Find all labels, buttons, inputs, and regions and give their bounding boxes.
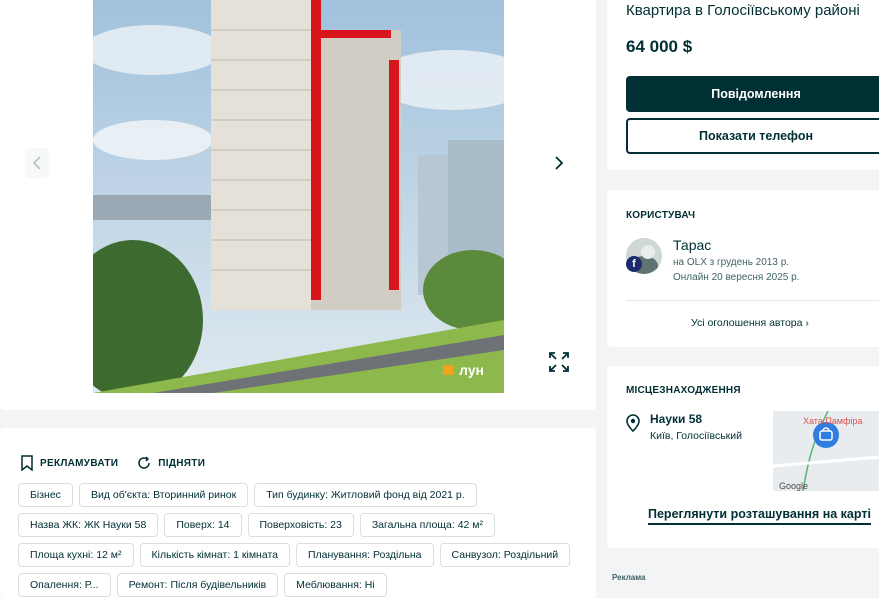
- tag: Тип будинку: Житловий фонд від 2021 р.: [254, 483, 477, 507]
- location-card: МІСЦЕЗНАХОДЖЕННЯ Науки 58 Київ, Голосіїв…: [607, 366, 879, 548]
- watermark: лун: [459, 362, 484, 378]
- user-section-title: КОРИСТУВАЧ: [626, 210, 696, 221]
- all-ads-label: Усі оголошення автора: [691, 317, 803, 329]
- facebook-icon: f: [626, 256, 642, 272]
- previous-photo-button[interactable]: [25, 148, 49, 178]
- promote-button[interactable]: РЕКЛАМУВАТИ: [20, 455, 118, 471]
- parameter-tags: Бізнес Вид об'єкта: Вторинний ринок Тип …: [18, 483, 578, 597]
- divider: [626, 300, 879, 301]
- ad-label: Реклама: [612, 573, 646, 582]
- promote-label: РЕКЛАМУВАТИ: [40, 457, 119, 469]
- raise-button[interactable]: ПІДНЯТИ: [136, 455, 205, 471]
- tag: Поверховість: 23: [247, 513, 354, 537]
- map-preview[interactable]: Хата Памфіра Google: [773, 411, 879, 491]
- user-card: КОРИСТУВАЧ f Тарас на OLX з грудень 2013…: [607, 190, 879, 347]
- location-street: Науки 58: [650, 412, 703, 426]
- tag: Площа кухні: 12 м²: [18, 543, 134, 567]
- user-online: Онлайн 20 вересня 2025 р.: [673, 272, 800, 283]
- building-image: лун: [93, 0, 504, 393]
- user-since: на OLX з грудень 2013 р.: [673, 257, 790, 268]
- location-pin-icon: [626, 414, 640, 437]
- listing-title: Квартира в Голосіївському районі: [626, 2, 860, 19]
- map-image: Хата Памфіра Google: [773, 411, 879, 491]
- tag: Санвузол: Роздільний: [439, 543, 571, 567]
- fullscreen-button[interactable]: [547, 350, 571, 374]
- chevron-right-icon: ›: [805, 317, 809, 329]
- tag: Вид об'єкта: Вторинний ринок: [78, 483, 249, 507]
- photo-gallery: лун: [0, 0, 596, 410]
- tag: Меблювання: Ні: [284, 573, 387, 597]
- tag: Кількість кімнат: 1 кімната: [139, 543, 290, 567]
- view-on-map-link[interactable]: Переглянути розташування на карті: [648, 507, 871, 525]
- refresh-icon: [138, 456, 151, 469]
- user-name[interactable]: Тарас: [673, 237, 711, 253]
- all-ads-link[interactable]: Усі оголошення автора ›: [691, 317, 809, 329]
- location-city: Київ, Голосіївський: [650, 430, 742, 442]
- tag: Бізнес: [18, 483, 73, 507]
- map-brand: Google: [779, 481, 808, 491]
- listing-actions: РЕКЛАМУВАТИ ПІДНЯТИ: [20, 455, 205, 471]
- tag: Загальна площа: 42 м²: [359, 513, 496, 537]
- show-phone-button[interactable]: Показати телефон: [626, 118, 879, 154]
- next-photo-button[interactable]: [547, 148, 571, 178]
- raise-label: ПІДНЯТИ: [158, 457, 206, 469]
- price-card: Квартира в Голосіївському районі 64 000 …: [607, 0, 879, 170]
- listing-price: 64 000 $: [626, 37, 693, 56]
- expand-icon: [549, 352, 569, 372]
- tag: Планування: Роздільна: [296, 543, 434, 567]
- tag: Назва ЖК: ЖК Науки 58: [18, 513, 159, 537]
- bookmark-icon: [21, 455, 33, 471]
- tag: Ремонт: Після будівельників: [116, 573, 279, 597]
- tag: Поверх: 14: [164, 513, 242, 537]
- message-button[interactable]: Повідомлення: [626, 76, 879, 112]
- listing-photo[interactable]: лун: [93, 0, 504, 393]
- location-section-title: МІСЦЕЗНАХОДЖЕННЯ: [626, 385, 741, 396]
- details-card: РЕКЛАМУВАТИ ПІДНЯТИ Бізнес Вид об'єкта: …: [0, 428, 596, 598]
- chevron-right-icon: [555, 156, 564, 170]
- map-place-label: Хата Памфіра: [803, 416, 862, 426]
- tag: Опалення: Р...: [18, 573, 111, 597]
- chevron-left-icon: [32, 156, 41, 170]
